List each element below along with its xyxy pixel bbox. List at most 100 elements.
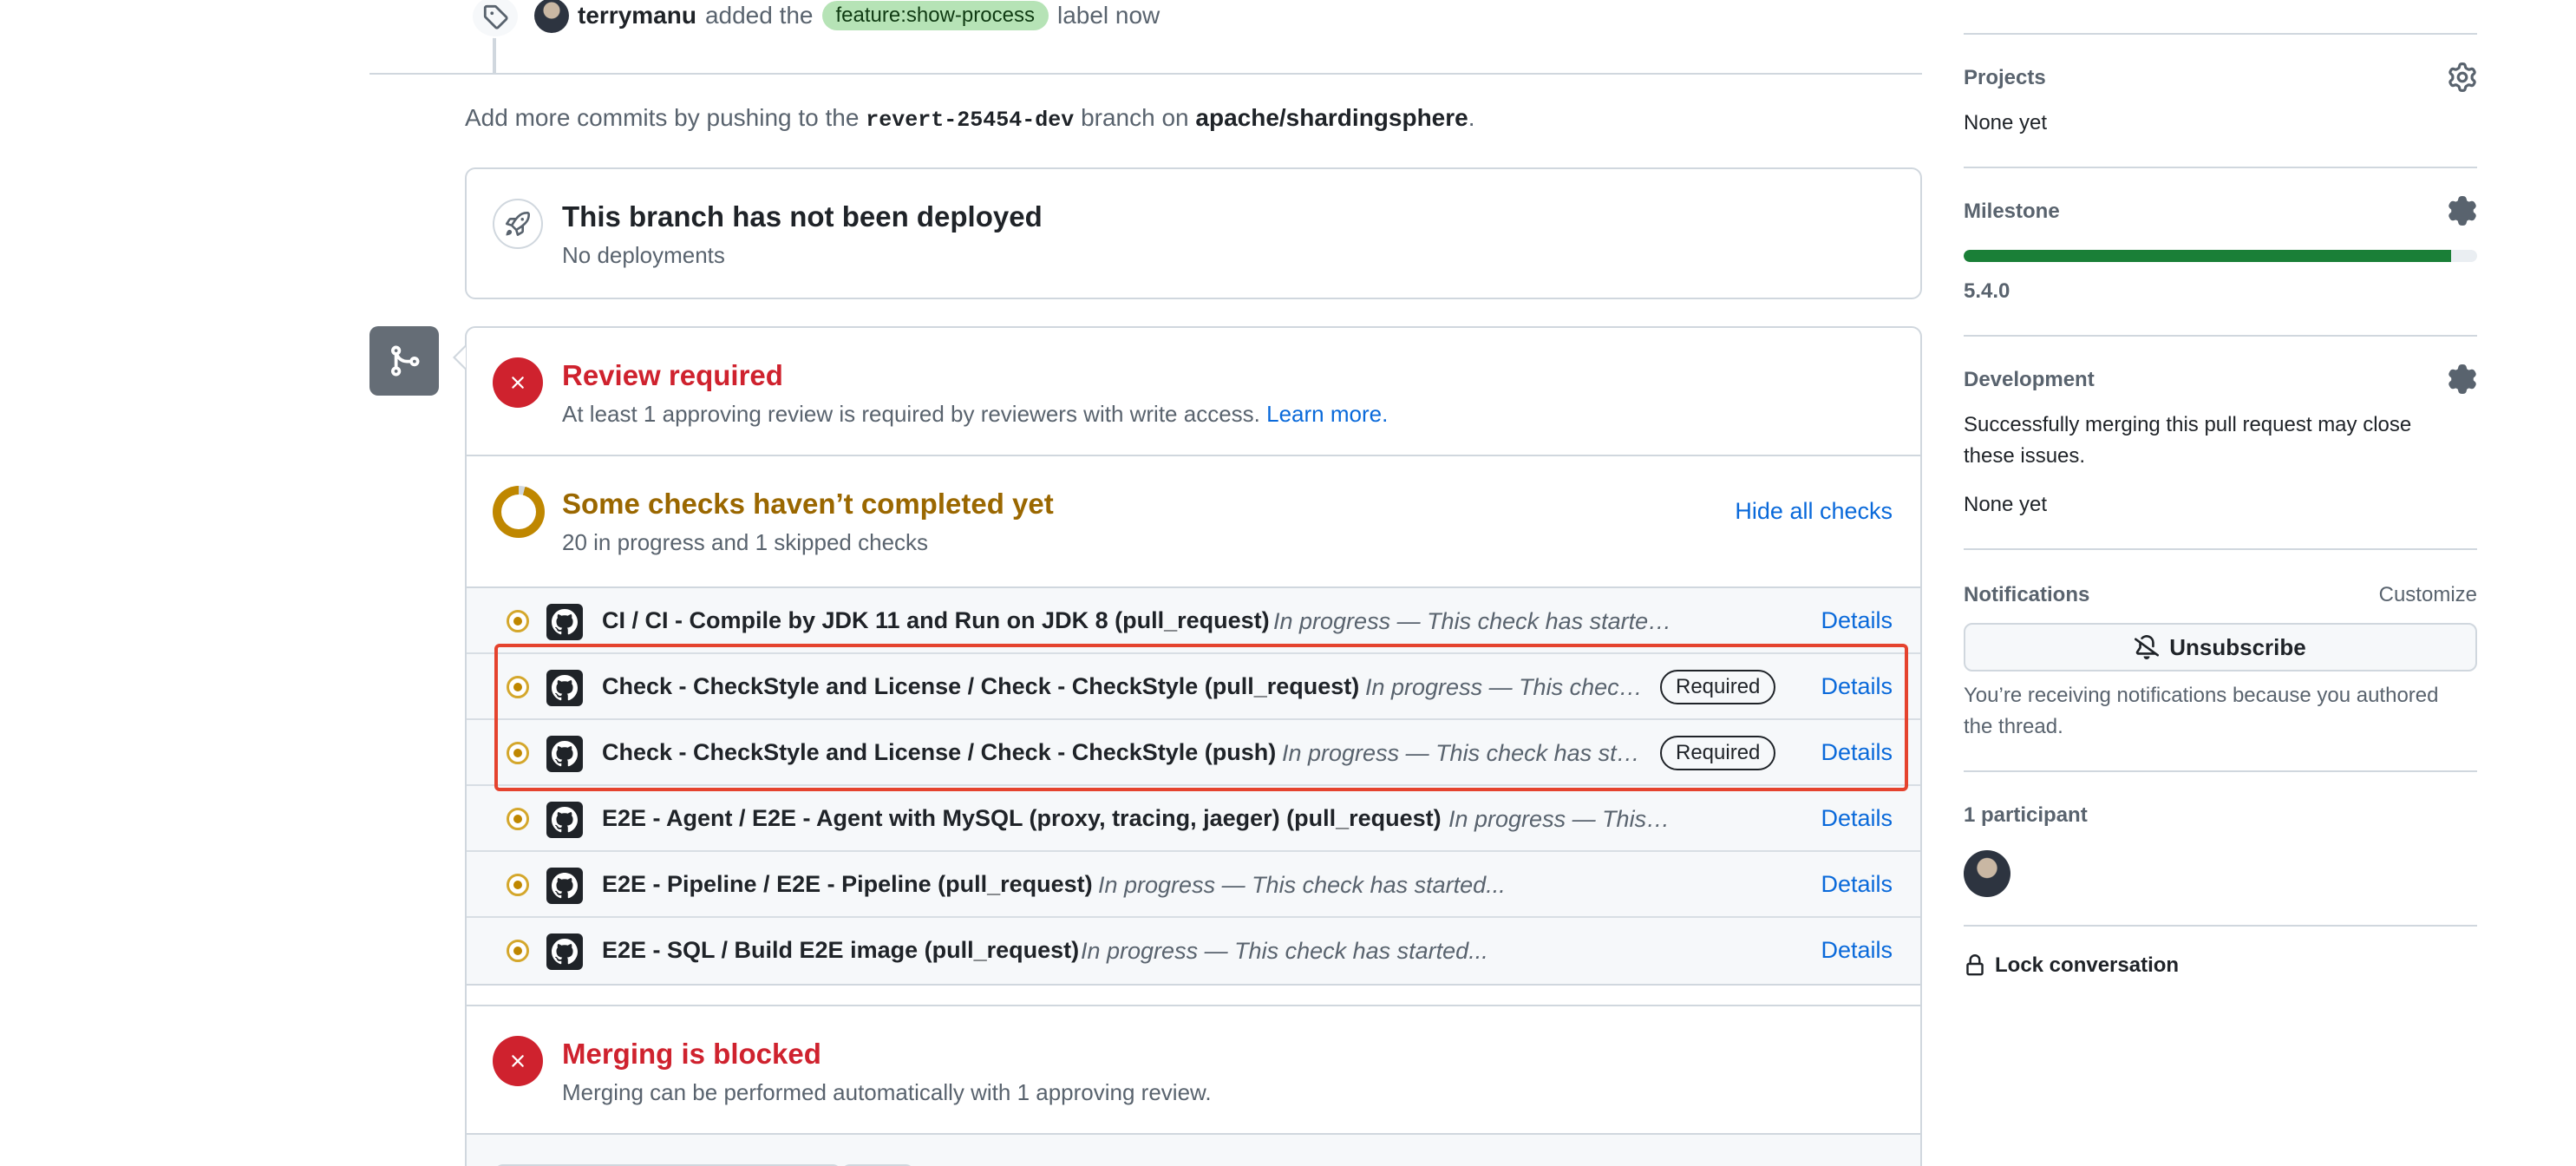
github-actions-icon: [546, 868, 583, 904]
check-name: Check - CheckStyle and License / Check -…: [602, 739, 1277, 765]
checks-section: Some checks haven’t completed yet 20 in …: [467, 456, 1920, 586]
review-section: Review required At least 1 approving rev…: [467, 328, 1920, 456]
required-badge: Required: [1660, 736, 1776, 770]
milestone-progress-bar: [1964, 250, 2477, 262]
github-actions-icon: [546, 670, 583, 706]
notifications-reason-line-2: the thread.: [1964, 715, 2063, 738]
check-name: Check - CheckStyle and License / Check -…: [602, 673, 1360, 699]
learn-more-link[interactable]: Learn more.: [1266, 401, 1388, 427]
event-action: added the: [704, 2, 814, 29]
check-name: CI / CI - Compile by JDK 11 and Run on J…: [602, 607, 1270, 633]
github-actions-icon: [546, 933, 583, 970]
label-badge[interactable]: feature:show-process: [821, 1, 1049, 30]
merge-box-pointer-inner: [455, 347, 466, 368]
gear-icon[interactable]: [2448, 196, 2477, 226]
gear-icon[interactable]: [2448, 364, 2477, 394]
milestone-value[interactable]: 5.4.0: [1964, 279, 2010, 304]
sidebar-divider: [1964, 548, 2477, 550]
check-details-link[interactable]: Details: [1821, 739, 1893, 766]
avatar[interactable]: [534, 0, 569, 33]
merge-blocked-subtitle: Merging can be performed automatically w…: [562, 1079, 1212, 1105]
check-name: E2E - Pipeline / E2E - Pipeline (pull_re…: [602, 871, 1093, 897]
deployment-box: This branch has not been deployed No dep…: [465, 167, 1922, 299]
projects-heading[interactable]: Projects: [1964, 66, 2046, 90]
deployment-subtitle: No deployments: [562, 242, 725, 268]
checks-progress-icon: [493, 486, 545, 538]
deployment-title: This branch has not been deployed: [562, 200, 1043, 233]
git-merge-icon: [369, 326, 439, 396]
check-row: Check - CheckStyle and License / Check -…: [467, 720, 1920, 786]
development-line-2: these issues.: [1964, 444, 2086, 468]
lock-conversation-button[interactable]: Lock conversation: [1964, 953, 2179, 979]
sidebar-divider: [1964, 167, 2477, 168]
check-status: In progress — This check has star…: [1282, 740, 1651, 766]
in-progress-dot-icon: [507, 808, 529, 830]
hide-all-checks-button[interactable]: Hide all checks: [1735, 498, 1893, 525]
github-actions-icon: [546, 802, 583, 838]
check-row: E2E - Pipeline / E2E - Pipeline (pull_re…: [467, 852, 1920, 918]
check-status: In progress — This check has starte…: [1273, 608, 1672, 634]
gear-icon[interactable]: [2448, 62, 2477, 92]
required-badge: Required: [1660, 670, 1776, 704]
commit-hint-end: .: [1468, 104, 1475, 131]
commit-hint-middle: branch on: [1081, 104, 1189, 131]
merge-blocked-title: Merging is blocked: [562, 1038, 821, 1070]
in-progress-dot-icon: [507, 940, 529, 962]
in-progress-dot-icon: [507, 610, 529, 632]
development-heading[interactable]: Development: [1964, 368, 2095, 392]
sidebar-divider: [1964, 335, 2477, 337]
review-title: Review required: [562, 359, 783, 391]
notifications-reason-line-1: You’re receiving notifications because y…: [1964, 684, 2439, 707]
in-progress-dot-icon: [507, 742, 529, 764]
rocket-icon: [493, 199, 543, 249]
in-progress-dot-icon: [507, 874, 529, 896]
sidebar-divider: [1964, 770, 2477, 772]
timeline-divider: [369, 73, 1922, 75]
merge-actions: [467, 1135, 1920, 1166]
repo-link[interactable]: apache/shardingsphere: [1195, 104, 1468, 131]
github-actions-icon: [546, 604, 583, 640]
checks-subtitle: 20 in progress and 1 skipped checks: [562, 529, 929, 555]
milestone-heading[interactable]: Milestone: [1964, 200, 2060, 224]
lock-icon: [1966, 954, 1984, 976]
projects-value: None yet: [1964, 111, 2048, 134]
unsubscribe-label: Unsubscribe: [2169, 633, 2306, 660]
in-progress-dot-icon: [507, 676, 529, 698]
check-row: E2E - Agent / E2E - Agent with MySQL (pr…: [467, 786, 1920, 852]
sidebar-divider: [1964, 925, 2477, 927]
check-details-link[interactable]: Details: [1821, 673, 1893, 700]
merge-box: Review required At least 1 approving rev…: [465, 326, 1922, 1166]
notifications-heading: Notifications: [1964, 583, 2090, 606]
participant-avatar[interactable]: [1964, 850, 2010, 897]
check-row: CI / CI - Compile by JDK 11 and Run on J…: [467, 588, 1920, 654]
development-value: None yet: [1964, 493, 2048, 516]
check-details-link[interactable]: Details: [1821, 607, 1893, 634]
check-status: In progress — This…: [1448, 806, 1670, 832]
milestone-progress-fill: [1964, 250, 2452, 262]
bell-slash-icon: [2135, 635, 2160, 659]
commit-hint: Add more commits by pushing to the rever…: [465, 104, 1475, 133]
check-status: In progress — This check has started...: [1081, 938, 1488, 964]
label-event: terrymanu added the feature:show-process…: [534, 0, 1160, 33]
x-circle-icon: [493, 1036, 543, 1086]
check-details-link[interactable]: Details: [1821, 937, 1893, 964]
unsubscribe-button[interactable]: Unsubscribe: [1964, 623, 2477, 671]
tag-icon: [471, 0, 520, 38]
sidebar-divider: [1964, 33, 2477, 35]
checks-title: Some checks haven’t completed yet: [562, 488, 1054, 520]
x-circle-icon: [493, 357, 543, 408]
check-details-link[interactable]: Details: [1821, 805, 1893, 832]
check-details-link[interactable]: Details: [1821, 871, 1893, 898]
check-status: In progress — This check has started...: [1098, 872, 1506, 898]
check-row: E2E - SQL / Build E2E image (pull_reques…: [467, 918, 1920, 984]
check-status: In progress — This check …: [1365, 674, 1651, 700]
branch-name: revert-25454-dev: [866, 108, 1075, 133]
checks-list: CI / CI - Compile by JDK 11 and Run on J…: [467, 586, 1920, 986]
event-author[interactable]: terrymanu: [578, 2, 696, 29]
customize-notifications-link[interactable]: Customize: [2379, 583, 2477, 607]
check-row: Check - CheckStyle and License / Check -…: [467, 654, 1920, 720]
timeline-line: [493, 35, 496, 73]
development-line-1: Successfully merging this pull request m…: [1964, 413, 2412, 436]
review-subtitle-text: At least 1 approving review is required …: [562, 401, 1260, 427]
event-suffix: label now: [1056, 2, 1161, 29]
